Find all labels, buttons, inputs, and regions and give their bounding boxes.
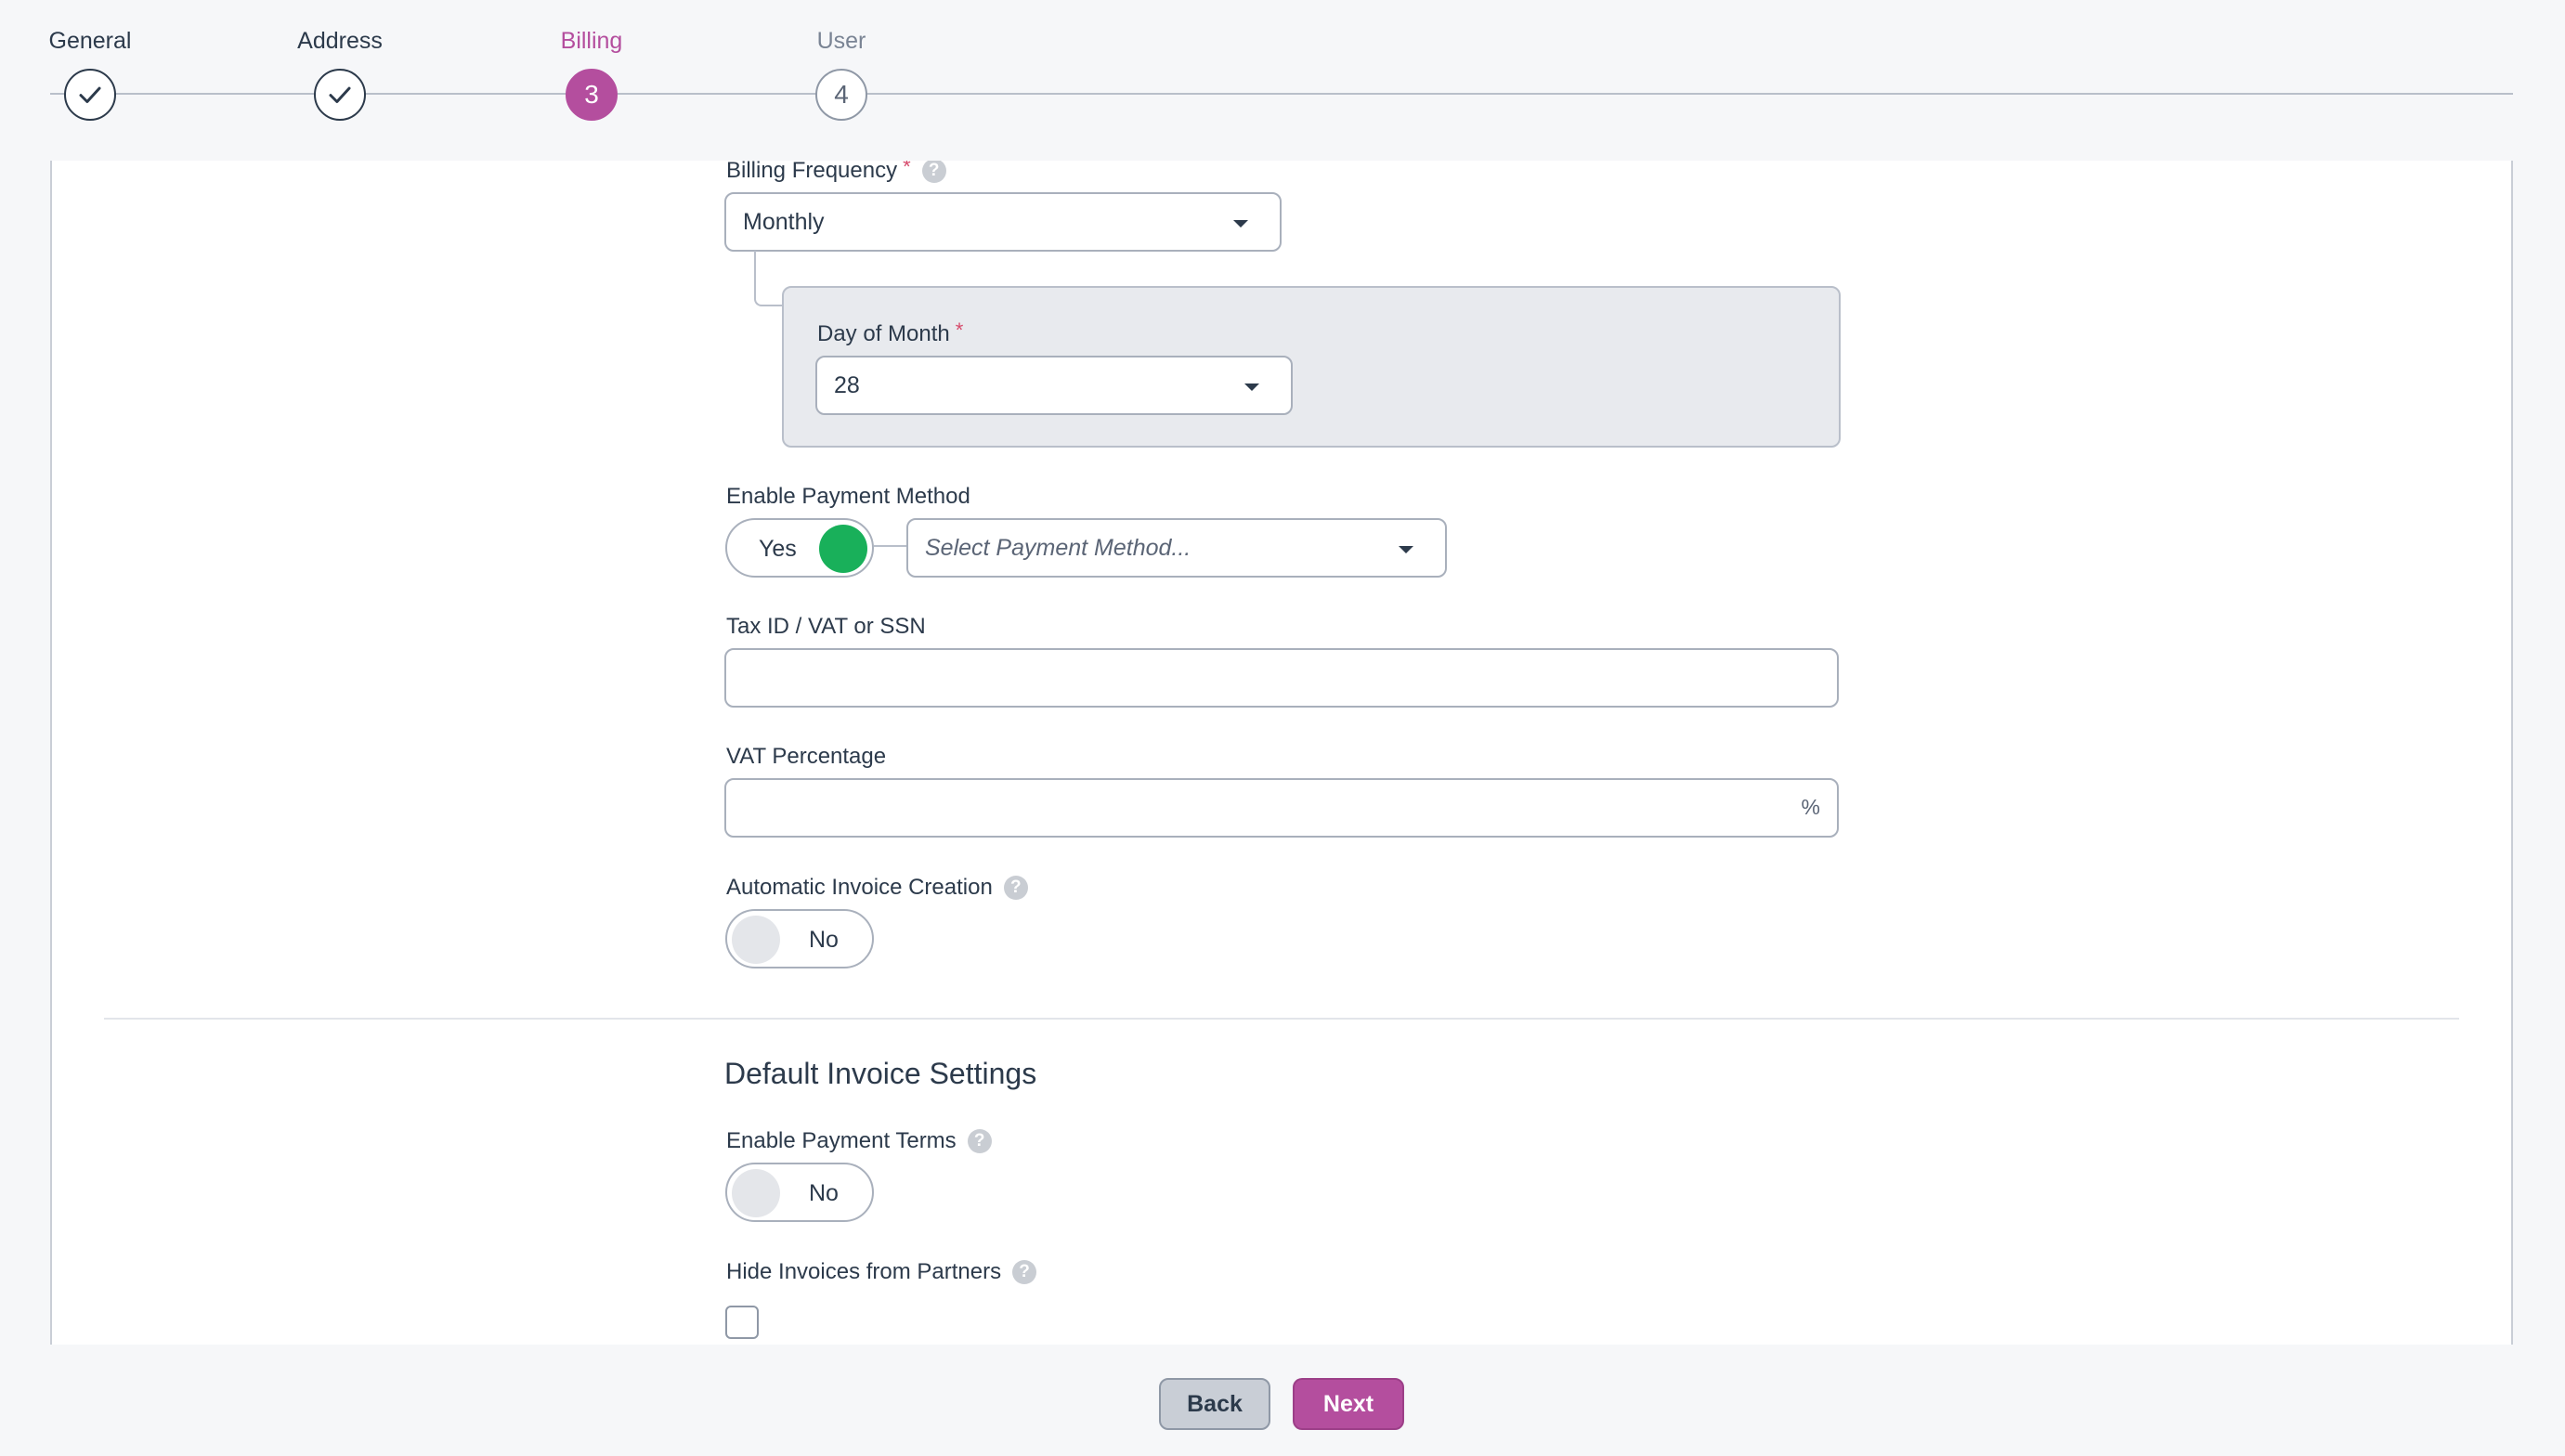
payment-terms-label: Enable Payment Terms ? (726, 1128, 992, 1154)
billing-frequency-label: Billing Frequency * ? (726, 155, 946, 184)
toggle-knob (732, 1169, 780, 1217)
stepper-track (50, 93, 2513, 95)
payment-method-label: Enable Payment Method (726, 484, 970, 509)
help-icon[interactable]: ? (1012, 1260, 1037, 1284)
hide-invoices-checkbox[interactable] (725, 1306, 759, 1339)
section-divider (104, 1018, 2459, 1020)
step-general-label: General (48, 28, 132, 54)
tax-id-input[interactable] (724, 648, 1839, 708)
toggle-connector (874, 545, 907, 547)
vat-percentage-label: VAT Percentage (726, 744, 887, 769)
check-icon (329, 86, 351, 103)
percent-suffix: % (1801, 795, 1820, 819)
help-icon[interactable]: ? (967, 1129, 992, 1153)
day-of-month-select[interactable]: 28 (815, 356, 1293, 415)
payment-terms-toggle[interactable]: No (725, 1163, 874, 1222)
required-marker: * (955, 318, 964, 342)
billing-frequency-select[interactable]: Monthly (724, 192, 1282, 252)
day-of-month-label: Day of Month * (817, 318, 964, 346)
vat-percentage-input[interactable]: % (724, 778, 1839, 838)
step-address-label: Address (297, 28, 383, 54)
payment-method-toggle[interactable]: Yes (725, 518, 874, 578)
step-address-circle[interactable] (314, 69, 366, 121)
subpanel-connector (754, 251, 784, 306)
step-user-label: User (816, 28, 866, 54)
payment-method-select[interactable]: Select Payment Method... (906, 518, 1447, 578)
toggle-state-label: Yes (759, 536, 797, 562)
chevron-down-icon (1244, 384, 1259, 391)
section-title: Default Invoice Settings (724, 1057, 1037, 1090)
auto-invoice-toggle[interactable]: No (725, 909, 874, 968)
chevron-down-icon (1233, 220, 1248, 228)
step-billing-circle[interactable]: 3 (566, 69, 618, 121)
step-general-circle[interactable] (64, 69, 116, 121)
toggle-state-label: No (809, 1180, 839, 1206)
toggle-state-label: No (809, 927, 839, 953)
back-button[interactable]: Back (1159, 1378, 1270, 1430)
wizard-stepper: General Address Billing 3 User 4 (0, 0, 2565, 161)
check-icon (79, 86, 101, 103)
tax-id-label: Tax ID / VAT or SSN (726, 614, 926, 639)
chevron-down-icon (1399, 546, 1413, 553)
help-icon[interactable]: ? (1003, 876, 1028, 900)
help-icon[interactable]: ? (921, 159, 946, 183)
toggle-knob (819, 525, 867, 573)
step-user-circle[interactable]: 4 (815, 69, 867, 121)
next-button[interactable]: Next (1293, 1378, 1404, 1430)
hide-invoices-label: Hide Invoices from Partners ? (726, 1259, 1037, 1285)
toggle-knob (732, 916, 780, 964)
auto-invoice-label: Automatic Invoice Creation ? (726, 875, 1028, 901)
step-billing-label: Billing (560, 28, 623, 54)
